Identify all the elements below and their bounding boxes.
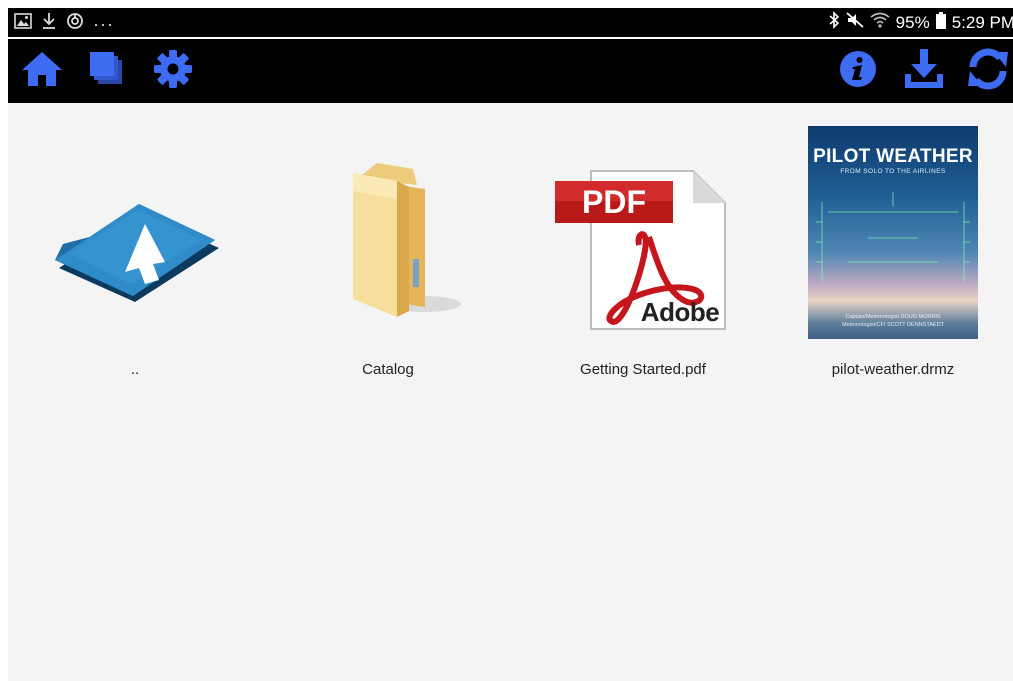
file-thumbnail: PDF Adobe — [523, 125, 763, 357]
notification-icons: ··· — [14, 12, 114, 35]
battery-percent: 95% — [895, 12, 930, 32]
file-thumbnail: PILOT WEATHER FROM SOLO TO THE AIRLINES — [773, 125, 1013, 357]
cover-author-2: Meteorologist/CFI SCOTT DENNSTAEDT — [842, 322, 944, 328]
file-tile-getting-started[interactable]: PDF Adobe Getting Started.pdf — [523, 125, 763, 385]
sync-notification-icon — [66, 12, 84, 35]
adobe-brand-text: Adobe — [640, 297, 720, 327]
more-notifications-icon: ··· — [93, 13, 114, 34]
refresh-icon — [966, 47, 1010, 96]
home-button[interactable] — [20, 49, 64, 93]
info-icon — [839, 50, 877, 93]
download-notification-icon — [41, 12, 57, 35]
cover-subtitle: FROM SOLO TO THE AIRLINES — [840, 168, 946, 175]
bluetooth-icon — [828, 11, 840, 34]
pdf-badge-text: PDF — [582, 184, 646, 220]
file-name: Catalog — [362, 361, 414, 378]
file-name: Getting Started.pdf — [580, 361, 706, 378]
pdf-file-icon: PDF Adobe — [553, 151, 733, 331]
file-tile-parent[interactable]: .. — [15, 125, 255, 385]
file-thumbnail — [268, 125, 508, 357]
home-icon — [21, 50, 63, 93]
battery-icon — [935, 11, 946, 34]
info-button[interactable] — [836, 49, 880, 93]
image-notification-icon — [14, 13, 32, 34]
cover-title: PILOT WEATHER — [813, 146, 973, 167]
gear-icon — [153, 49, 193, 94]
hud-overlay — [816, 192, 970, 282]
download-button[interactable] — [902, 48, 946, 95]
file-grid: .. Catalog PDF Adobe Getting Started.pdf… — [8, 103, 1013, 681]
file-name: pilot-weather.drmz — [831, 361, 955, 378]
folder-up-icon — [45, 174, 225, 309]
app-toolbar — [8, 39, 1013, 103]
book-cover: PILOT WEATHER FROM SOLO TO THE AIRLINES — [808, 126, 978, 356]
cover-author-1: Captain/Meteorologist DOUG MORRIS — [845, 314, 941, 320]
status-bar: ··· 95% 5:29 PM — [8, 8, 1013, 37]
settings-button[interactable] — [151, 49, 195, 93]
screen: ··· 95% 5:29 PM .. Catalog PDF Adobe Get… — [8, 8, 1013, 681]
clock: 5:29 PM — [951, 12, 1013, 32]
file-name: .. — [130, 361, 140, 378]
cover-bottom-strip — [808, 339, 978, 356]
file-tile-pilot-weather[interactable]: PILOT WEATHER FROM SOLO TO THE AIRLINES — [773, 125, 1013, 385]
system-status: 95% 5:29 PM — [828, 11, 1013, 34]
file-tile-catalog[interactable]: Catalog — [268, 125, 508, 385]
wifi-icon — [870, 12, 890, 33]
mute-icon — [846, 11, 864, 34]
refresh-button[interactable] — [966, 47, 1010, 96]
download-icon — [903, 48, 945, 95]
library-button[interactable] — [85, 49, 129, 93]
folder-icon — [313, 159, 463, 324]
library-icon — [88, 50, 126, 93]
file-thumbnail — [15, 125, 255, 357]
